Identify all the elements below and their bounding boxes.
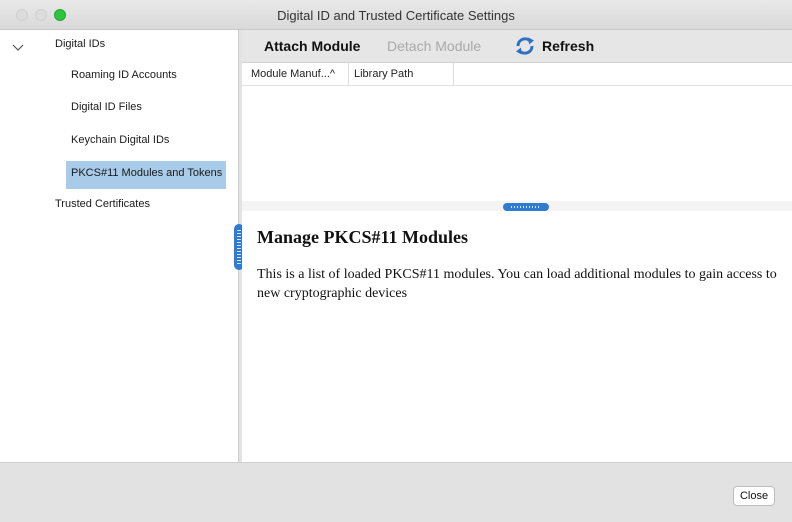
window-title: Digital ID and Trusted Certificate Setti… <box>277 8 515 23</box>
toolbar: Attach Module Detach Module Refresh <box>242 30 792 63</box>
description-title: Manage PKCS#11 Modules <box>257 227 469 247</box>
sidebar-item-roaming-id-accounts[interactable]: Roaming ID Accounts <box>71 69 177 81</box>
chevron-down-icon[interactable] <box>10 41 26 55</box>
description-panel: Manage PKCS#11 Modules This is a list of… <box>242 211 792 462</box>
horizontal-splitter[interactable] <box>242 201 792 211</box>
refresh-icon[interactable] <box>514 35 536 57</box>
attach-module-button[interactable]: Attach Module <box>264 38 360 54</box>
footer-bar <box>0 462 792 522</box>
refresh-button[interactable]: Refresh <box>542 38 594 54</box>
grip-icon <box>237 230 241 264</box>
horizontal-splitter-handle[interactable] <box>503 203 549 211</box>
description-text: This is a list of loaded PKCS#11 modules… <box>257 267 777 301</box>
sidebar-item-pkcs11-modules[interactable]: PKCS#11 Modules and Tokens <box>71 167 222 179</box>
modules-table[interactable]: Module Manuf...^ Library Path <box>242 63 792 201</box>
sidebar-item-digital-id-files[interactable]: Digital ID Files <box>71 101 142 113</box>
column-header-module-manufacturer[interactable]: Module Manuf...^ <box>251 63 349 85</box>
sidebar-item-digital-ids[interactable]: Digital IDs <box>55 38 105 50</box>
close-button[interactable]: Close <box>733 486 775 506</box>
detach-module-button[interactable]: Detach Module <box>387 38 481 54</box>
header-divider <box>242 85 792 86</box>
sidebar-item-keychain-digital-ids[interactable]: Keychain Digital IDs <box>71 134 169 146</box>
column-header-library-path[interactable]: Library Path <box>354 63 454 85</box>
sidebar-item-trusted-certificates[interactable]: Trusted Certificates <box>55 198 150 210</box>
title-bar: Digital ID and Trusted Certificate Setti… <box>0 0 792 30</box>
sidebar <box>0 30 238 462</box>
grip-icon <box>511 206 541 208</box>
